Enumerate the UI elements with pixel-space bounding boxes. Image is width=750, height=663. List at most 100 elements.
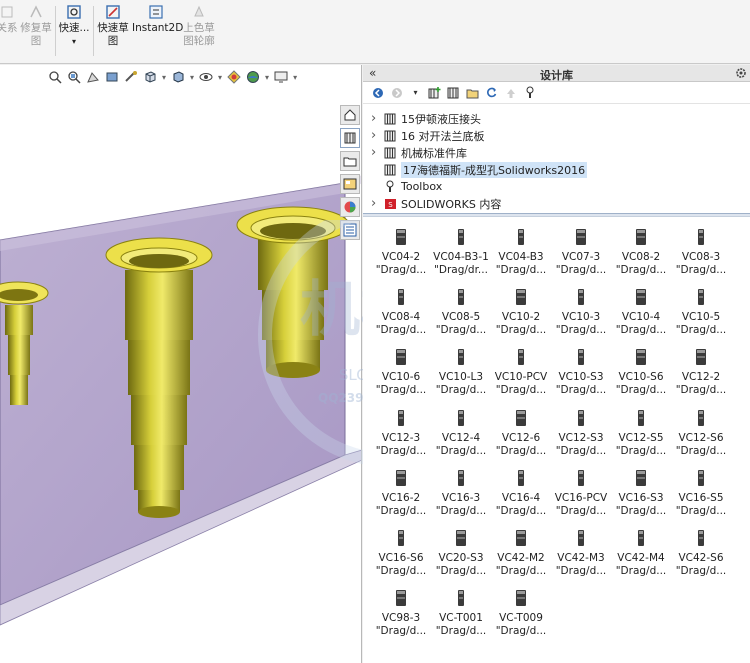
repair-sketch-button[interactable]: 修复草图 [20,4,52,48]
library-item-name: VC10-5 [681,311,721,324]
expand-arrow-icon[interactable]: › [371,128,383,143]
library-item[interactable]: VC10-L3 "Drag/d... [431,345,491,405]
tab-custom-properties[interactable] [340,220,360,240]
library-item[interactable]: VC20-S3 "Drag/d... [431,526,491,586]
library-item[interactable]: VC04-B3 "Drag/d... [491,225,551,285]
library-item[interactable]: VC42-M4 "Drag/d... [611,526,671,586]
refresh-icon[interactable] [485,86,498,99]
library-item[interactable]: VC16-3 "Drag/d... [431,466,491,526]
library-item[interactable]: VC10-PCV "Drag/d... [491,345,551,405]
tree-item[interactable]: › 15伊顿液压接头 [371,110,750,127]
library-item[interactable]: VC04-2 "Drag/d... [371,225,431,285]
toolbox-icon[interactable] [523,86,536,99]
library-item[interactable]: VC12-S6 "Drag/d... [671,406,731,466]
forward-icon[interactable] [390,86,403,99]
library-item[interactable]: VC12-6 "Drag/d... [491,406,551,466]
part-thumbnail-icon [516,590,526,607]
library-item-subtitle: "Drag/d... [435,564,487,577]
part-thumbnail-icon [636,469,646,486]
tab-design-library[interactable] [340,128,360,148]
graphics-viewport[interactable]: ▾ ▾ ▾ ▾ ▾ [0,65,362,663]
library-item[interactable]: VC98-3 "Drag/d... [371,586,431,646]
library-item-subtitle: "Drag/d... [375,564,427,577]
library-item[interactable]: VC12-S5 "Drag/d... [611,406,671,466]
part-thumbnail-icon [636,229,646,245]
library-item[interactable]: VC16-S6 "Drag/d... [371,526,431,586]
library-item[interactable]: VC08-3 "Drag/d... [671,225,731,285]
library-item[interactable]: VC12-2 "Drag/d... [671,345,731,405]
tab-appearances[interactable] [340,197,360,217]
tree-item[interactable]: Toolbox [371,178,750,195]
back-icon[interactable] [371,86,384,99]
tree-item-label: 17海德福斯-成型孔Solidworks2016 [401,161,588,178]
library-item[interactable]: VC10-S3 "Drag/d... [551,345,611,405]
up-one-level-icon[interactable] [504,86,517,99]
part-thumbnail-icon [458,590,464,607]
library-item[interactable]: VC10-S6 "Drag/d... [611,345,671,405]
tab-view-palette[interactable] [340,174,360,194]
library-item-subtitle: "Drag/d... [615,324,667,337]
library-item-subtitle: "Drag/d... [495,384,547,397]
shaded-sketch-contours-button[interactable]: 上色草 图轮廓 [182,4,216,48]
panel-splitter[interactable] [363,213,750,217]
library-item[interactable]: VC10-5 "Drag/d... [671,285,731,345]
solidworks-icon: S [383,198,397,210]
add-to-library-icon[interactable] [428,86,441,99]
create-new-folder-icon[interactable] [466,86,479,99]
library-item[interactable]: VC10-3 "Drag/d... [551,285,611,345]
library-item[interactable]: VC07-3 "Drag/d... [551,225,611,285]
library-item[interactable]: VC12-4 "Drag/d... [431,406,491,466]
panel-title-bar: « 设计库 [363,65,750,82]
instant2d-icon [149,5,163,19]
library-item[interactable]: VC16-2 "Drag/d... [371,466,431,526]
library-item[interactable]: VC-T001 "Drag/d... [431,586,491,646]
relations-button[interactable]: 关系 [0,4,20,35]
tab-file-explorer[interactable] [340,151,360,171]
instant2d-button[interactable]: Instant2D [132,4,183,35]
part-thumbnail-icon [638,409,644,426]
rapid-sketch-button[interactable]: 快速草图 [96,4,130,48]
library-item-name: VC08-2 [621,251,661,263]
tree-item[interactable]: › 16 对开法兰底板 [371,127,750,144]
library-item[interactable]: VC08-2 "Drag/d... [611,225,671,285]
library-item[interactable]: VC16-S5 "Drag/d... [671,466,731,526]
tree-item[interactable]: › S SOLIDWORKS 内容 [371,195,750,212]
expand-arrow-icon[interactable]: › [371,111,383,126]
library-item[interactable]: VC12-S3 "Drag/d... [551,406,611,466]
library-item[interactable]: VC42-S6 "Drag/d... [671,526,731,586]
library-item[interactable]: VC42-M3 "Drag/d... [551,526,611,586]
task-pane-tabs [340,105,361,243]
library-item-name: VC16-S5 [678,491,724,504]
tree-item[interactable]: 17海德福斯-成型孔Solidworks2016 [371,161,750,178]
quick-snaps-button[interactable]: 快速... ▾ [58,4,90,48]
gear-icon[interactable] [735,67,747,79]
library-item-name: VC42-M4 [617,551,665,564]
library-item-name: VC12-4 [441,431,481,444]
library-item-subtitle: "Drag/d... [495,564,547,577]
library-item[interactable]: VC16-S3 "Drag/d... [611,466,671,526]
library-item-subtitle: "Drag/d... [435,625,487,638]
tab-solidworks-resources[interactable] [340,105,360,125]
library-item[interactable]: VC08-5 "Drag/d... [431,285,491,345]
library-item[interactable]: VC04-B3-1 "Drag/dr... [431,225,491,285]
library-item[interactable]: VC10-2 "Drag/d... [491,285,551,345]
library-icon [383,113,397,125]
tree-item[interactable]: › 机械标准件库 [371,144,750,161]
add-file-location-icon[interactable] [447,86,460,99]
history-dropdown-icon[interactable]: ▾ [409,86,422,99]
library-item[interactable]: VC08-4 "Drag/d... [371,285,431,345]
library-item[interactable]: VC-T009 "Drag/d... [491,586,551,646]
library-item[interactable]: VC16-4 "Drag/d... [491,466,551,526]
library-item[interactable]: VC42-M2 "Drag/d... [491,526,551,586]
library-item[interactable]: VC16-PCV "Drag/d... [551,466,611,526]
appearances-icon [344,201,356,213]
library-item[interactable]: VC12-3 "Drag/d... [371,406,431,466]
quick-snaps-icon [67,5,81,19]
library-item-subtitle: "Drag/d... [555,264,607,276]
library-item[interactable]: VC10-6 "Drag/d... [371,345,431,405]
expand-arrow-icon[interactable]: › [371,145,383,160]
library-icon [383,130,397,142]
library-item-subtitle: "Drag/d... [615,444,667,457]
expand-arrow-icon[interactable]: › [371,196,383,211]
library-item[interactable]: VC10-4 "Drag/d... [611,285,671,345]
